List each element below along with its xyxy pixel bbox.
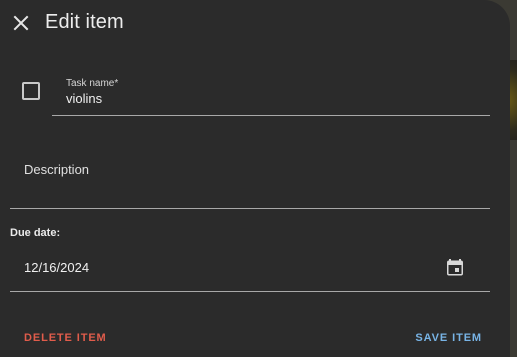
dialog-header: Edit item <box>0 0 510 48</box>
delete-item-button[interactable]: DELETE ITEM <box>24 332 107 344</box>
due-date-value[interactable]: 12/16/2024 <box>24 260 89 275</box>
task-name-field[interactable]: Task name* violins <box>52 70 490 116</box>
due-date-field[interactable]: 12/16/2024 <box>10 245 490 292</box>
calendar-icon <box>447 259 463 276</box>
edit-item-dialog: Edit item Task name* violins Description… <box>0 0 510 357</box>
description-placeholder: Description <box>24 162 90 177</box>
task-name-value[interactable]: violins <box>66 91 102 106</box>
task-name-label: Task name* <box>66 78 119 89</box>
description-field[interactable]: Description <box>10 150 490 209</box>
due-date-label: Due date: <box>10 227 61 239</box>
calendar-button[interactable] <box>444 256 466 278</box>
close-icon <box>13 15 29 31</box>
close-button[interactable] <box>8 10 34 36</box>
dialog-title: Edit item <box>45 11 124 33</box>
save-item-button[interactable]: SAVE ITEM <box>415 332 482 344</box>
task-complete-checkbox[interactable] <box>22 82 40 100</box>
